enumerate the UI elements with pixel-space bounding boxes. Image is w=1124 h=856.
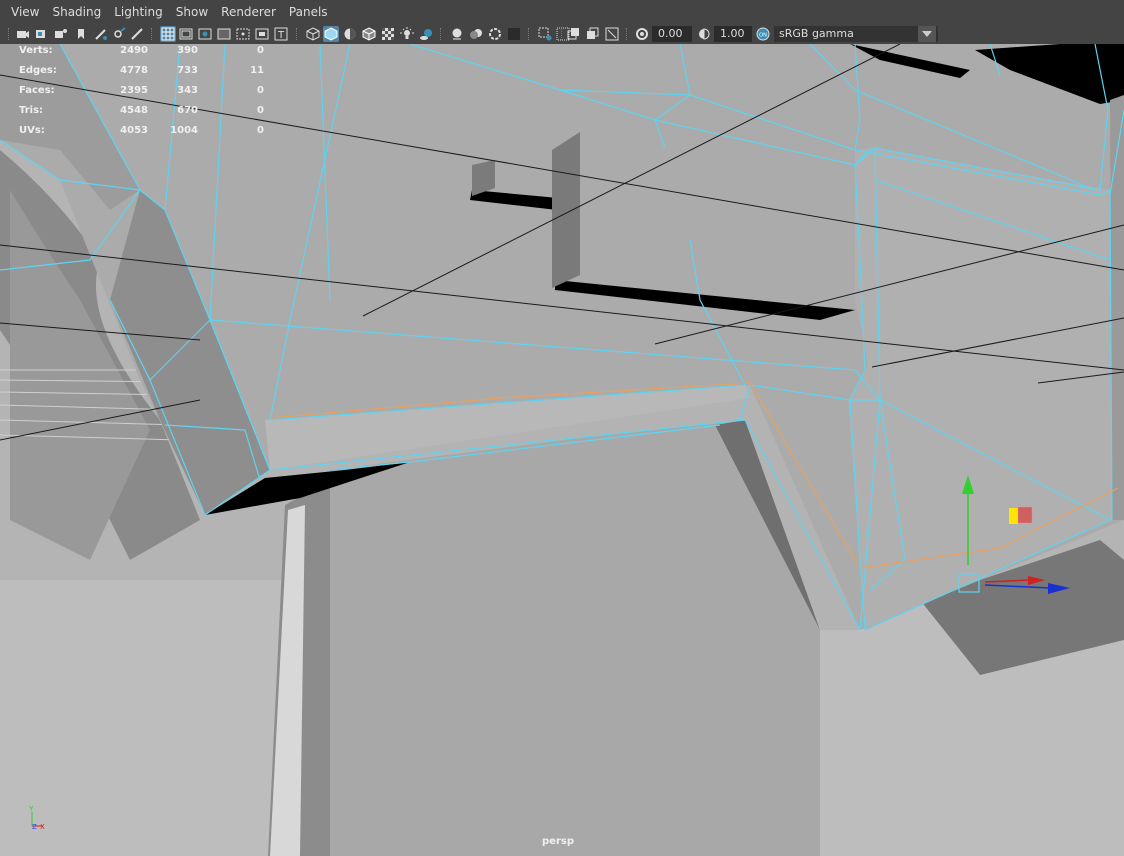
toolbar-separator [440, 28, 443, 40]
image-plane-icon[interactable] [93, 26, 109, 42]
backface-culling-icon[interactable] [604, 26, 620, 42]
resolution-gate-icon[interactable] [197, 26, 213, 42]
grease-pencil-icon[interactable] [111, 26, 127, 42]
camera-name-label: persp [542, 836, 574, 847]
svg-text:T: T [277, 30, 285, 41]
gamma-reset-icon[interactable] [696, 26, 712, 42]
color-space-dropdown[interactable]: sRGB gamma [774, 26, 938, 42]
use-all-lights-icon[interactable] [399, 26, 415, 42]
menu-view[interactable]: View [0, 0, 46, 24]
svg-text:ON: ON [759, 33, 767, 39]
bookmarks-icon[interactable] [73, 26, 89, 42]
exposure-field[interactable]: 0.00 [652, 26, 692, 42]
exposure-reset-icon[interactable] [634, 26, 650, 42]
menu-renderer[interactable]: Renderer [215, 0, 283, 24]
3d-viewport[interactable]: Verts: 2490 390 0 Edges: 4778 733 11 Fac… [0, 44, 1124, 856]
toolbar-separator [626, 28, 629, 40]
svg-text:X: X [40, 823, 45, 831]
chevron-down-icon[interactable] [918, 26, 936, 42]
field-chart-icon[interactable] [235, 26, 251, 42]
screen-space-ao-icon[interactable] [449, 26, 465, 42]
toolbar-separator [561, 28, 564, 40]
toolbar-separator [151, 28, 154, 40]
menu-lighting[interactable]: Lighting [108, 0, 170, 24]
safe-title-icon[interactable]: T [273, 26, 289, 42]
gate-mask-icon[interactable] [216, 26, 232, 42]
textured-icon[interactable] [380, 26, 396, 42]
svg-text:Y: Y [28, 805, 34, 813]
motion-blur-icon[interactable] [468, 26, 484, 42]
xray-joints-icon[interactable] [566, 26, 582, 42]
gamma-field[interactable]: 1.00 [714, 26, 752, 42]
select-camera-icon[interactable] [15, 26, 31, 42]
panel-menu-bar: View Shading Lighting Show Renderer Pane… [0, 0, 1124, 24]
xray-active-components-icon[interactable] [585, 26, 601, 42]
svg-text:Z: Z [32, 823, 37, 831]
depth-of-field-icon[interactable] [506, 26, 522, 42]
toolbar-separator [8, 28, 11, 40]
menu-show[interactable]: Show [170, 0, 215, 24]
toolbar-separator [296, 28, 299, 40]
isolate-select-icon[interactable] [537, 26, 553, 42]
color-space-value: sRGB gamma [779, 27, 854, 40]
menu-panels[interactable]: Panels [283, 0, 335, 24]
shadows-icon[interactable] [418, 26, 434, 42]
wireframe-on-shaded-icon[interactable] [361, 26, 377, 42]
camera-attributes-icon[interactable] [33, 26, 49, 42]
view-axis-icon: Y Z X [28, 805, 45, 831]
maya-viewport-panel: View Shading Lighting Show Renderer Pane… [0, 0, 1124, 856]
wireframe-icon[interactable] [305, 26, 321, 42]
panel-toolbar: T 0.00 1.00 ON sRGB gamma [0, 24, 1124, 44]
color-management-toggle-icon[interactable]: ON [755, 26, 771, 42]
use-default-material-icon[interactable] [342, 26, 358, 42]
toolbar-separator [528, 28, 531, 40]
film-gate-icon[interactable] [178, 26, 194, 42]
scene-render[interactable] [0, 44, 1124, 856]
2d-pan-zoom-icon[interactable] [129, 26, 145, 42]
grid-icon[interactable] [160, 26, 176, 42]
safe-action-icon[interactable] [254, 26, 270, 42]
smooth-shade-all-icon[interactable] [323, 26, 339, 42]
bookmark-camera-icon[interactable] [53, 26, 69, 42]
menu-shading[interactable]: Shading [46, 0, 108, 24]
multisample-aa-icon[interactable] [487, 26, 503, 42]
